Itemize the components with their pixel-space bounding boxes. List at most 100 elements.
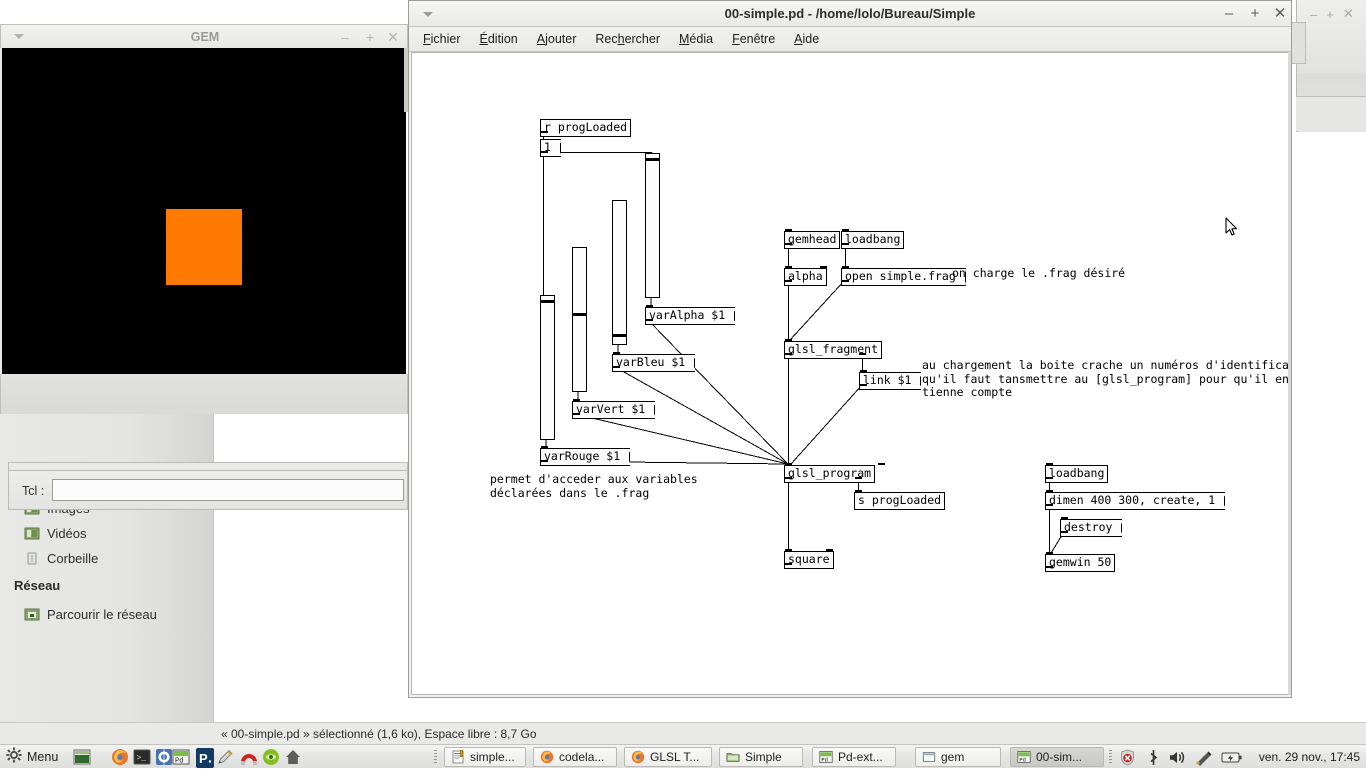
menu-media[interactable]: Média (679, 32, 713, 46)
pd-titlebar[interactable]: 00-simple.pd - /home/lolo/Bureau/Simple … (409, 1, 1291, 27)
menu-fichier[interactable]: Fichier (423, 32, 461, 46)
menu-rechercher[interactable]: Rechercher (595, 32, 660, 46)
gem-render-canvas[interactable] (2, 48, 406, 374)
task-gem[interactable]: gem (915, 747, 1001, 767)
outlet-nub (842, 280, 849, 282)
pd-icon: Pd (1017, 750, 1031, 764)
inlet-nub (785, 339, 792, 341)
home-icon[interactable] (284, 748, 302, 766)
object-gemwin[interactable]: gemwin 50 (1045, 554, 1116, 572)
object-s-progloaded[interactable]: s progLoaded (854, 492, 946, 510)
svg-text:Pd: Pd (821, 756, 828, 763)
pd-canvas-scrollbar[interactable] (1288, 52, 1291, 695)
gem-minimize-button[interactable]: – (337, 29, 353, 45)
pencil-icon[interactable] (216, 748, 234, 766)
pd-minimize-button[interactable]: – (1221, 6, 1237, 22)
gem-maximize-button[interactable]: + (362, 29, 378, 45)
shield-icon[interactable] (1119, 749, 1135, 766)
tray-grip[interactable] (1109, 750, 1112, 764)
taskbar-grip[interactable] (434, 750, 437, 764)
task-glsl-t[interactable]: GLSL T... (624, 747, 712, 767)
object-label: loadbang (845, 232, 901, 246)
object-square[interactable]: square (784, 551, 834, 569)
bluetooth-icon[interactable] (1145, 749, 1161, 765)
volume-icon[interactable] (1168, 749, 1185, 765)
network-browse-icon (24, 606, 40, 622)
message-open-simple-frag[interactable]: open simple.frag (841, 268, 966, 286)
slider-knob[interactable] (613, 334, 626, 337)
target-icon[interactable] (155, 748, 173, 766)
menu-aide[interactable]: Aide (794, 32, 819, 46)
message-label: link $1 (863, 373, 912, 387)
outlet-nub (860, 384, 867, 386)
message-dimen[interactable]: dimen 400 300, create, 1 (1045, 492, 1226, 510)
slider-knob[interactable] (541, 300, 554, 303)
outlet-nub (573, 413, 580, 415)
message-varbleu[interactable]: varBleu $1 (612, 354, 696, 372)
task-simple-folder[interactable]: Simple (719, 747, 803, 767)
message-varvert[interactable]: varVert $1 (572, 401, 656, 419)
message-label: varBleu $1 (616, 355, 686, 369)
start-menu-button[interactable]: Menu (6, 746, 58, 767)
minimize-icon[interactable]: – (1310, 7, 1317, 22)
task-simple[interactable]: simple... (444, 747, 526, 767)
message-varalpha[interactable]: varAlpha $1 (645, 307, 736, 325)
slider-knob[interactable] (573, 313, 586, 316)
outlet-nub (1046, 477, 1053, 479)
comment-on-charge-le-frag: on charge le .frag désiré (952, 266, 1126, 280)
varVert-slider[interactable] (572, 247, 587, 392)
object-glsl-fragment[interactable]: glsl_fragment (784, 341, 883, 359)
message-1[interactable]: 1 (540, 139, 561, 157)
pd-maximize-button[interactable]: + (1247, 6, 1263, 22)
background-window-buttons[interactable]: – + ✕ (1310, 6, 1366, 22)
pd-icon: Pd (819, 750, 833, 764)
slider-knob[interactable] (646, 158, 659, 161)
message-destroy[interactable]: destroy (1060, 519, 1123, 537)
object-label: loadbang (1049, 466, 1105, 480)
varRouge-slider[interactable] (540, 295, 555, 440)
task-00-simple[interactable]: Pd 00-sim... (1010, 747, 1104, 767)
object-r-progloaded[interactable]: r progLoaded (540, 119, 632, 137)
terminal-window-icon[interactable] (73, 748, 91, 766)
message-varrouge[interactable]: varRouge $1 (540, 448, 631, 466)
battery-icon[interactable] (1221, 749, 1243, 765)
gem-close-button[interactable]: ✕ (385, 29, 401, 45)
pd-canvas[interactable]: r progLoaded 1 varAlpha $1 varBleu $1 va… (411, 52, 1289, 695)
tcl-input[interactable] (52, 479, 404, 501)
menu-edition[interactable]: Édition (480, 32, 518, 46)
menu-ajouter[interactable]: Ajouter (537, 32, 577, 46)
inlet-nub (842, 229, 849, 231)
firefox-icon[interactable] (111, 748, 129, 766)
sidebar-item-corbeille[interactable]: Corbeille (24, 550, 98, 566)
outlet-nub (785, 477, 792, 479)
object-loadbang-2[interactable]: loadbang (1045, 465, 1109, 483)
task-codela[interactable]: codela... (533, 747, 617, 767)
purr-data-icon[interactable]: P (194, 748, 216, 768)
object-alpha[interactable]: alpha (784, 268, 827, 286)
gem-titlebar[interactable]: GEM – + ✕ (0, 24, 408, 48)
inlet-nub (820, 266, 827, 268)
gem-window-bottom-edge (0, 374, 408, 414)
message-link[interactable]: link $1 (859, 372, 922, 390)
object-label: gemhead (788, 232, 837, 246)
brightness-icon[interactable] (1194, 749, 1214, 766)
object-loadbang-1[interactable]: loadbang (841, 231, 905, 249)
magnet-icon[interactable] (238, 748, 257, 766)
task-pd-ext[interactable]: Pd Pd-ext... (812, 747, 896, 767)
inlet-nub (1046, 463, 1053, 465)
nvidia-icon[interactable] (262, 748, 280, 766)
sidebar-item-videos[interactable]: Vidéos (24, 525, 87, 541)
pd-icon[interactable]: Pd (172, 748, 190, 766)
menu-fenetre[interactable]: Fenêtre (732, 32, 775, 46)
pd-menubar[interactable]: Fichier Édition Ajouter Rechercher Média… (409, 27, 1291, 52)
close-icon[interactable]: ✕ (1343, 6, 1354, 22)
object-gemhead[interactable]: gemhead (784, 231, 841, 249)
maximize-icon[interactable]: + (1326, 7, 1334, 22)
varAlpha-slider[interactable] (645, 153, 660, 298)
pd-close-button[interactable]: ✕ (1272, 6, 1288, 22)
sidebar-item-parcourir-le-reseau[interactable]: Parcourir le réseau (24, 606, 157, 622)
console-icon[interactable]: >_ (133, 748, 151, 766)
background-window-edge (1290, 22, 1306, 64)
object-glsl-program[interactable]: glsl_program (784, 465, 876, 483)
varBleu-slider[interactable] (612, 200, 627, 345)
